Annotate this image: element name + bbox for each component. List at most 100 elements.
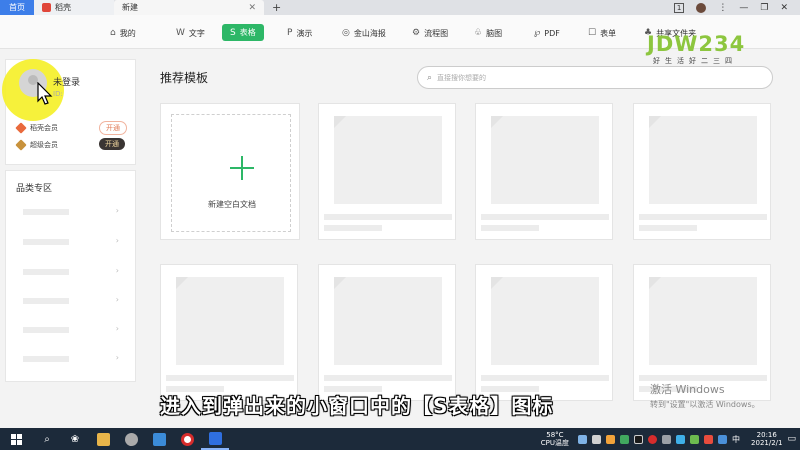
- login-status[interactable]: 未登录: [53, 75, 80, 88]
- ime-indicator[interactable]: 中: [732, 434, 740, 445]
- search-input[interactable]: [437, 73, 738, 82]
- category-item[interactable]: ›: [23, 236, 123, 247]
- cpu-temp-value: 58°C: [546, 431, 564, 439]
- toolbar-item-poster[interactable]: ◎ 金山海报: [342, 25, 386, 41]
- tray-app-icon[interactable]: [592, 434, 602, 444]
- system-tray: 58°C CPU温度 中 20:16 2021/2/1 ▭: [541, 428, 800, 450]
- toolbar-item-label: 我的: [119, 28, 136, 38]
- member-name: 超级会员: [30, 141, 58, 149]
- taskbar-app-avatar[interactable]: [117, 428, 145, 450]
- chevron-right-icon: ›: [115, 266, 119, 275]
- chevron-right-icon: ›: [115, 206, 119, 215]
- tray-app-icon[interactable]: [578, 434, 588, 444]
- tray-app-icon[interactable]: [634, 434, 644, 444]
- title-bar: 首页 稻壳 新建 ✕ + 1 ⋮ — ❐ ✕: [0, 0, 800, 15]
- task-view-icon[interactable]: ❀: [61, 428, 89, 450]
- start-button[interactable]: [0, 428, 33, 450]
- toolbar-item-label: 脑图: [486, 28, 503, 38]
- open-docer-member-button[interactable]: 开通: [99, 121, 127, 135]
- notification-icon[interactable]: ▭: [787, 434, 796, 444]
- member-name: 稻壳会员: [30, 124, 58, 132]
- toolbar-item-flowchart[interactable]: ⚙ 流程图: [412, 25, 448, 41]
- toolbar-item-pdf[interactable]: ℘ PDF: [534, 25, 560, 41]
- menu-icon[interactable]: ⋮: [718, 3, 727, 13]
- template-search[interactable]: ⌕: [417, 66, 773, 89]
- taskbar-app-wps[interactable]: [201, 428, 229, 450]
- template-card[interactable]: [318, 264, 456, 401]
- open-super-member-button[interactable]: 开通: [99, 138, 125, 150]
- cpu-temp-widget[interactable]: 58°C CPU温度: [541, 431, 569, 447]
- search-icon[interactable]: ⌕: [33, 428, 61, 450]
- toolbar-item-word[interactable]: W 文字: [176, 25, 205, 41]
- tray-app-icon[interactable]: [704, 434, 714, 444]
- toolbar-item-mine[interactable]: ⌂ 我的: [110, 25, 136, 41]
- close-window-icon[interactable]: ✕: [780, 3, 788, 13]
- category-title: 品类专区: [16, 184, 53, 194]
- taskbar-app-recorder[interactable]: [173, 428, 201, 450]
- pdf-icon: ℘: [534, 28, 541, 38]
- toolbar-item-label: PDF: [544, 28, 560, 38]
- clock[interactable]: 20:16 2021/2/1: [751, 431, 782, 447]
- member-row-docer: 稻壳会员: [15, 122, 58, 134]
- category-item[interactable]: ›: [23, 266, 123, 277]
- new-blank-document-card[interactable]: 新建空白文档: [160, 103, 300, 240]
- toolbar-item-label: 金山海报: [353, 28, 386, 38]
- template-card[interactable]: [160, 264, 298, 401]
- search-icon: ⌕: [427, 72, 433, 83]
- toolbar-item-label: 表单: [600, 28, 617, 38]
- window-controls: 1 ⋮ — ❐ ✕: [673, 0, 800, 15]
- chevron-right-icon: ›: [115, 353, 119, 362]
- template-card[interactable]: [475, 103, 613, 240]
- tray-app-icon[interactable]: [718, 434, 728, 444]
- presentation-icon: P: [287, 28, 293, 38]
- category-item[interactable]: ›: [23, 324, 123, 335]
- taskbar-app-store[interactable]: [145, 428, 173, 450]
- new-tab-button[interactable]: +: [264, 0, 289, 15]
- template-card[interactable]: [318, 103, 456, 240]
- tray-app-icon[interactable]: [648, 434, 658, 444]
- tray-app-icon[interactable]: [690, 434, 700, 444]
- video-subtitle: 进入到弹出来的小窗口中的【S表格】图标: [160, 394, 554, 418]
- cpu-temp-label: CPU温度: [540, 439, 570, 447]
- sheet-icon: S: [230, 27, 236, 38]
- member-row-super: 超级会员: [15, 139, 58, 151]
- toolbar-item-sheet[interactable]: S 表格: [222, 24, 264, 41]
- mindmap-icon: ♧: [474, 28, 483, 38]
- tab-new[interactable]: 新建 ✕: [114, 0, 264, 15]
- clock-time: 20:16: [756, 431, 777, 439]
- page-title: 推荐模板: [160, 71, 209, 85]
- docer-logo-icon: [42, 3, 51, 12]
- toolbar-item-label: 流程图: [424, 28, 449, 38]
- taskbar-app-explorer[interactable]: [89, 428, 117, 450]
- tray-app-icon[interactable]: [662, 434, 672, 444]
- poster-icon: ◎: [342, 28, 350, 38]
- minimize-icon[interactable]: —: [739, 3, 748, 13]
- tab-home[interactable]: 首页: [0, 0, 34, 15]
- toolbar-item-label: 文字: [188, 28, 205, 38]
- template-card[interactable]: [475, 264, 613, 401]
- account-avatar[interactable]: [696, 2, 707, 13]
- category-item[interactable]: ›: [23, 206, 123, 217]
- category-item[interactable]: ›: [23, 295, 123, 306]
- tray-app-icon[interactable]: [606, 434, 616, 444]
- taskbar: ⌕ ❀ 58°C CPU温度 中 20:16 2021/2/1 ▭: [0, 428, 800, 450]
- category-item[interactable]: ›: [23, 353, 123, 364]
- tray-app-icon[interactable]: [620, 434, 630, 444]
- toolbar-item-mindmap[interactable]: ♧ 脑图: [474, 25, 502, 41]
- restore-icon[interactable]: ❐: [760, 3, 768, 13]
- tray-app-icon[interactable]: [676, 434, 686, 444]
- toolbar-item-presentation[interactable]: P 演示: [287, 25, 312, 41]
- plus-icon: [230, 156, 254, 180]
- flowchart-icon: ⚙: [412, 28, 421, 38]
- template-card[interactable]: [633, 103, 771, 240]
- chevron-right-icon: ›: [115, 324, 119, 333]
- activation-hint: 转到"设置"以激活 Windows。: [650, 400, 760, 409]
- new-doc-label: 新建空白文档: [208, 200, 256, 209]
- close-tab-icon[interactable]: ✕: [248, 3, 256, 13]
- window-count-badge[interactable]: 1: [673, 2, 685, 13]
- app-avatar-icon: [124, 432, 138, 446]
- toolbar-item-form[interactable]: ☐ 表单: [588, 25, 616, 41]
- windows-activation-watermark: 激活 Windows 转到"设置"以激活 Windows。: [650, 381, 760, 410]
- docer-member-icon: [15, 122, 27, 134]
- tab-docer[interactable]: 稻壳: [34, 0, 114, 15]
